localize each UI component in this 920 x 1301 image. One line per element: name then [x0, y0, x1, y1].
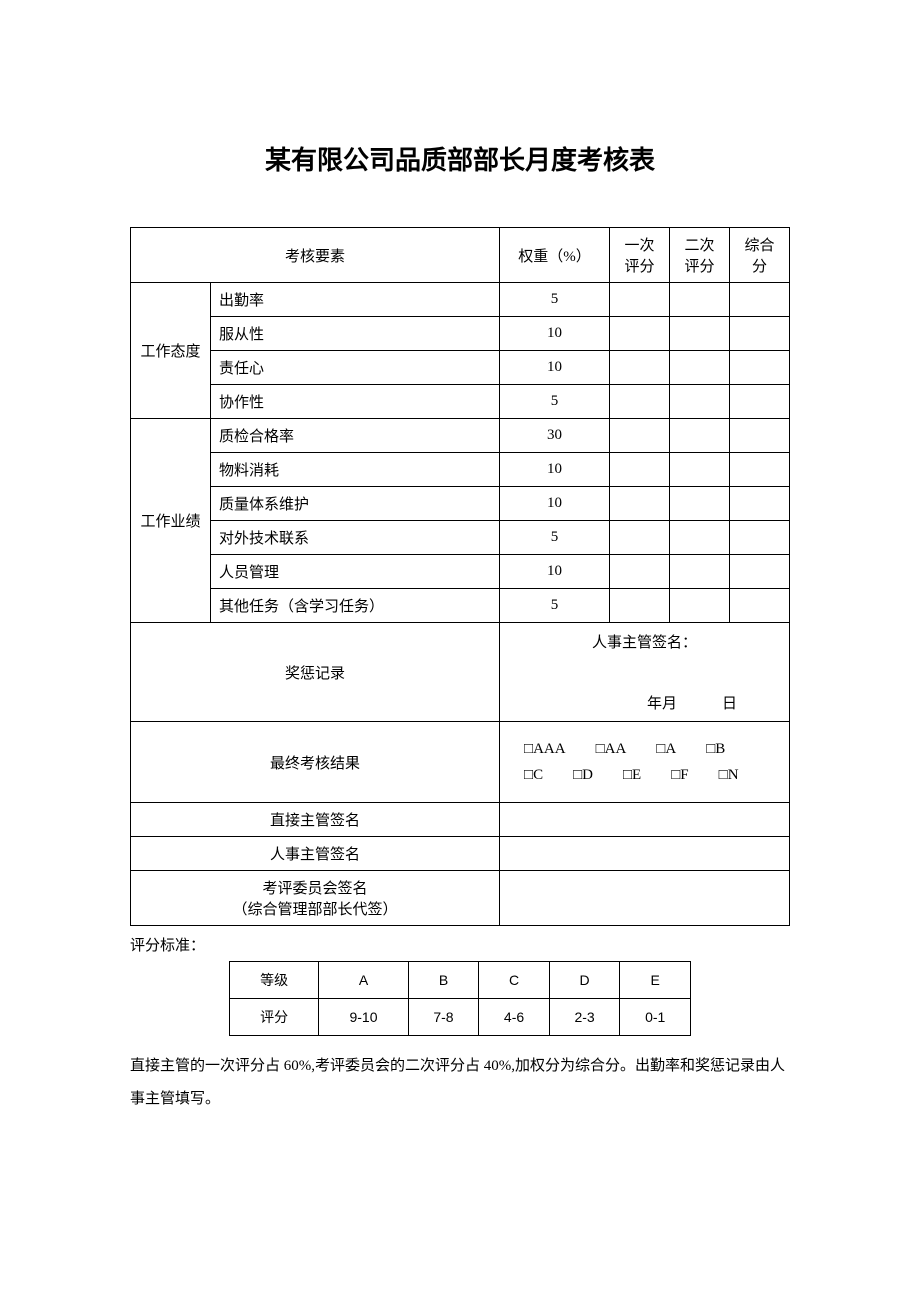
item-label: 服从性 [211, 317, 500, 351]
hr-sig-label: 人事主管签名 [131, 837, 500, 871]
header-element: 考核要素 [131, 228, 500, 283]
score1-cell[interactable] [610, 283, 670, 317]
range-cell: 0-1 [620, 999, 691, 1036]
grade-option[interactable]: □E [623, 766, 641, 784]
item-weight: 10 [500, 317, 610, 351]
grade-option[interactable]: □AA [596, 740, 627, 758]
grade-cell: C [479, 962, 550, 999]
item-weight: 5 [500, 385, 610, 419]
total-cell[interactable] [730, 351, 790, 385]
item-weight: 5 [500, 283, 610, 317]
committee-sig-label: 考评委员会签名 （综合管理部部长代签） [131, 871, 500, 926]
item-label: 协作性 [211, 385, 500, 419]
item-label: 其他任务（含学习任务） [211, 589, 500, 623]
item-weight: 5 [500, 521, 610, 555]
direct-sig-label: 直接主管签名 [131, 803, 500, 837]
grade-option[interactable]: □N [719, 766, 739, 784]
range-cell: 4-6 [479, 999, 550, 1036]
item-label: 出勤率 [211, 283, 500, 317]
header-score2: 二次评分 [670, 228, 730, 283]
total-cell[interactable] [730, 283, 790, 317]
total-cell[interactable] [730, 589, 790, 623]
grade-cell: E [620, 962, 691, 999]
grade-label: 等级 [230, 962, 319, 999]
grade-option[interactable]: □AAA [524, 740, 566, 758]
item-weight: 10 [500, 453, 610, 487]
standard-title: 评分标准： [130, 934, 790, 955]
score1-cell[interactable] [610, 385, 670, 419]
score2-cell[interactable] [670, 351, 730, 385]
score1-cell[interactable] [610, 521, 670, 555]
item-label: 质量体系维护 [211, 487, 500, 521]
score2-cell[interactable] [670, 521, 730, 555]
grade-cell: D [549, 962, 620, 999]
hr-sig-cell[interactable] [500, 837, 790, 871]
grade-option[interactable]: □B [706, 740, 725, 758]
item-weight: 10 [500, 487, 610, 521]
item-weight: 10 [500, 555, 610, 589]
item-label: 责任心 [211, 351, 500, 385]
record-cell[interactable]: 人事主管签名： 年月 日 [500, 623, 790, 722]
score2-cell[interactable] [670, 385, 730, 419]
total-cell[interactable] [730, 555, 790, 589]
total-cell[interactable] [730, 453, 790, 487]
standard-table: 等级 ABCDE 评分 9-107-84-62-30-1 [229, 961, 691, 1036]
item-label: 物料消耗 [211, 453, 500, 487]
date-label: 年月 日 [512, 692, 777, 713]
item-weight: 30 [500, 419, 610, 453]
header-total: 综合分 [730, 228, 790, 283]
score1-cell[interactable] [610, 487, 670, 521]
grade-cell: A [319, 962, 408, 999]
header-weight: 权重（%） [500, 228, 610, 283]
total-cell[interactable] [730, 385, 790, 419]
item-label: 对外技术联系 [211, 521, 500, 555]
score2-cell[interactable] [670, 487, 730, 521]
score2-cell[interactable] [670, 283, 730, 317]
assessment-table: 考核要素 权重（%） 一次评分 二次评分 综合分 工作态度 出勤率 5 服从性 … [130, 227, 790, 926]
grade-option[interactable]: □A [656, 740, 676, 758]
score1-cell[interactable] [610, 419, 670, 453]
item-label: 人员管理 [211, 555, 500, 589]
final-result-options[interactable]: □AAA □AA □A □B □C □D □E □F □N [500, 722, 790, 803]
total-cell[interactable] [730, 317, 790, 351]
total-cell[interactable] [730, 521, 790, 555]
score2-cell[interactable] [670, 589, 730, 623]
score-label: 评分 [230, 999, 319, 1036]
range-cell: 2-3 [549, 999, 620, 1036]
final-result-label: 最终考核结果 [131, 722, 500, 803]
item-weight: 10 [500, 351, 610, 385]
direct-sig-cell[interactable] [500, 803, 790, 837]
committee-sig-cell[interactable] [500, 871, 790, 926]
header-score1: 一次评分 [610, 228, 670, 283]
range-cell: 9-10 [319, 999, 408, 1036]
total-cell[interactable] [730, 419, 790, 453]
score1-cell[interactable] [610, 555, 670, 589]
committee-sig-main: 考评委员会签名 [139, 877, 491, 898]
score2-cell[interactable] [670, 317, 730, 351]
range-cell: 7-8 [408, 999, 479, 1036]
record-label: 奖惩记录 [131, 623, 500, 722]
score1-cell[interactable] [610, 317, 670, 351]
hr-sig-label: 人事主管签名： [512, 631, 777, 652]
item-label: 质检合格率 [211, 419, 500, 453]
grade-cell: B [408, 962, 479, 999]
score2-cell[interactable] [670, 453, 730, 487]
grade-option[interactable]: □D [573, 766, 593, 784]
score1-cell[interactable] [610, 589, 670, 623]
grade-option[interactable]: □F [671, 766, 688, 784]
footnote: 直接主管的一次评分占 60%,考评委员会的二次评分占 40%,加权分为综合分。出… [130, 1050, 790, 1116]
section-name: 工作态度 [131, 283, 211, 419]
score1-cell[interactable] [610, 453, 670, 487]
score2-cell[interactable] [670, 419, 730, 453]
item-weight: 5 [500, 589, 610, 623]
page-title: 某有限公司品质部部长月度考核表 [130, 140, 790, 177]
section-name: 工作业绩 [131, 419, 211, 623]
committee-sig-sub: （综合管理部部长代签） [139, 898, 491, 919]
score1-cell[interactable] [610, 351, 670, 385]
total-cell[interactable] [730, 487, 790, 521]
score2-cell[interactable] [670, 555, 730, 589]
grade-option[interactable]: □C [524, 766, 543, 784]
